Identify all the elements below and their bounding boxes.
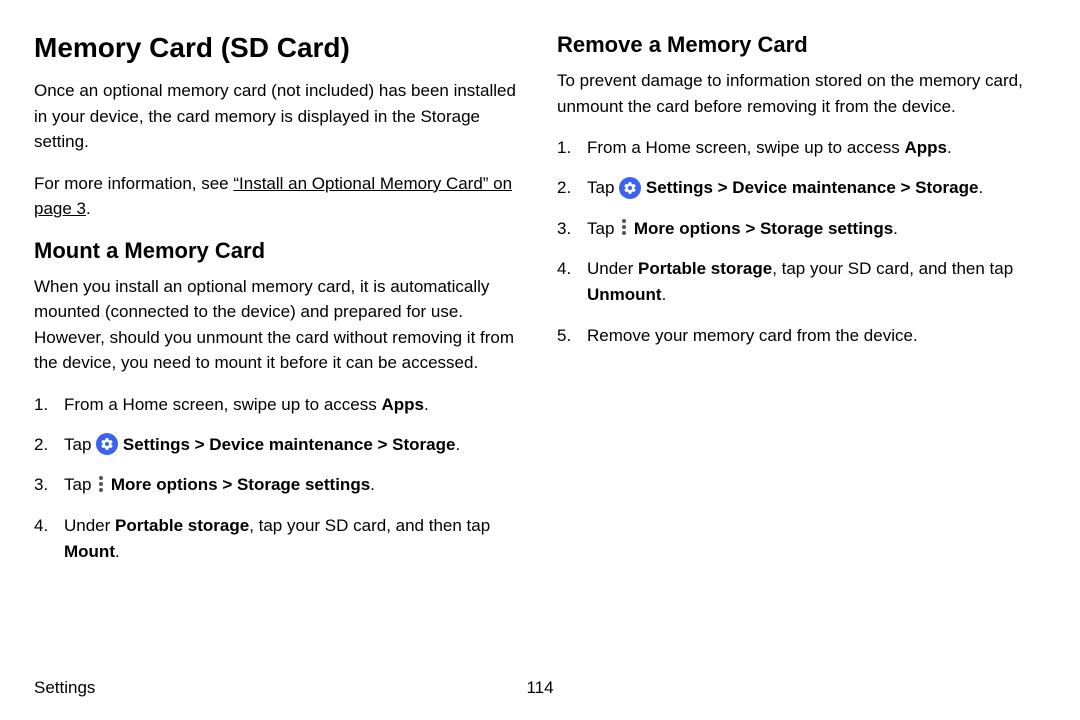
mount-steps: From a Home screen, swipe up to access A… [34,392,523,566]
left-column: Memory Card (SD Card) Once an optional m… [34,32,523,672]
apps-label: Apps [381,395,424,414]
remove-heading: Remove a Memory Card [557,32,1046,58]
settings-path: Settings > Device maintenance > Storage [123,435,456,454]
mount-paragraph: When you install an optional memory card… [34,274,523,376]
portable-storage-label: Portable storage [115,516,249,535]
settings-path: Settings > Device maintenance > Storage [646,178,979,197]
mount-step-1: From a Home screen, swipe up to access A… [34,392,523,418]
remove-step-2: Tap Settings > Device maintenance > Stor… [557,175,1046,201]
text: Tap [587,219,619,238]
remove-paragraph: To prevent damage to information stored … [557,68,1046,119]
settings-icon [96,433,118,455]
more-options-icon [619,219,629,235]
right-column: Remove a Memory Card To prevent damage t… [557,32,1046,672]
mount-label: Mount [64,542,115,561]
page-title: Memory Card (SD Card) [34,32,523,64]
more-info-pre: For more information, see [34,174,233,193]
remove-step-5: Remove your memory card from the device. [557,323,1046,349]
apps-label: Apps [904,138,947,157]
more-options-icon [96,476,106,492]
remove-step-3: Tap More options > Storage settings. [557,216,1046,242]
text: , tap your SD card, and then tap [249,516,490,535]
more-options-path: More options > Storage settings [634,219,893,238]
portable-storage-label: Portable storage [638,259,772,278]
remove-step-4: Under Portable storage, tap your SD card… [557,256,1046,309]
text: Under [587,259,638,278]
footer-section: Settings [34,678,95,698]
settings-icon [619,177,641,199]
text: Tap [587,178,619,197]
remove-step-1: From a Home screen, swipe up to access A… [557,135,1046,161]
unmount-label: Unmount [587,285,662,304]
more-info-paragraph: For more information, see “Install an Op… [34,171,523,222]
text: Tap [64,475,96,494]
text: From a Home screen, swipe up to access [64,395,381,414]
intro-paragraph: Once an optional memory card (not includ… [34,78,523,155]
text: From a Home screen, swipe up to access [587,138,904,157]
mount-step-2: Tap Settings > Device maintenance > Stor… [34,432,523,458]
remove-steps: From a Home screen, swipe up to access A… [557,135,1046,349]
more-options-path: More options > Storage settings [111,475,370,494]
page-footer: Settings 114 [34,678,1046,698]
mount-heading: Mount a Memory Card [34,238,523,264]
text: Under [64,516,115,535]
mount-step-3: Tap More options > Storage settings. [34,472,523,498]
more-info-post: . [86,199,91,218]
text: Tap [64,435,96,454]
page-number: 114 [526,678,553,698]
mount-step-4: Under Portable storage, tap your SD card… [34,513,523,566]
text: , tap your SD card, and then tap [772,259,1013,278]
